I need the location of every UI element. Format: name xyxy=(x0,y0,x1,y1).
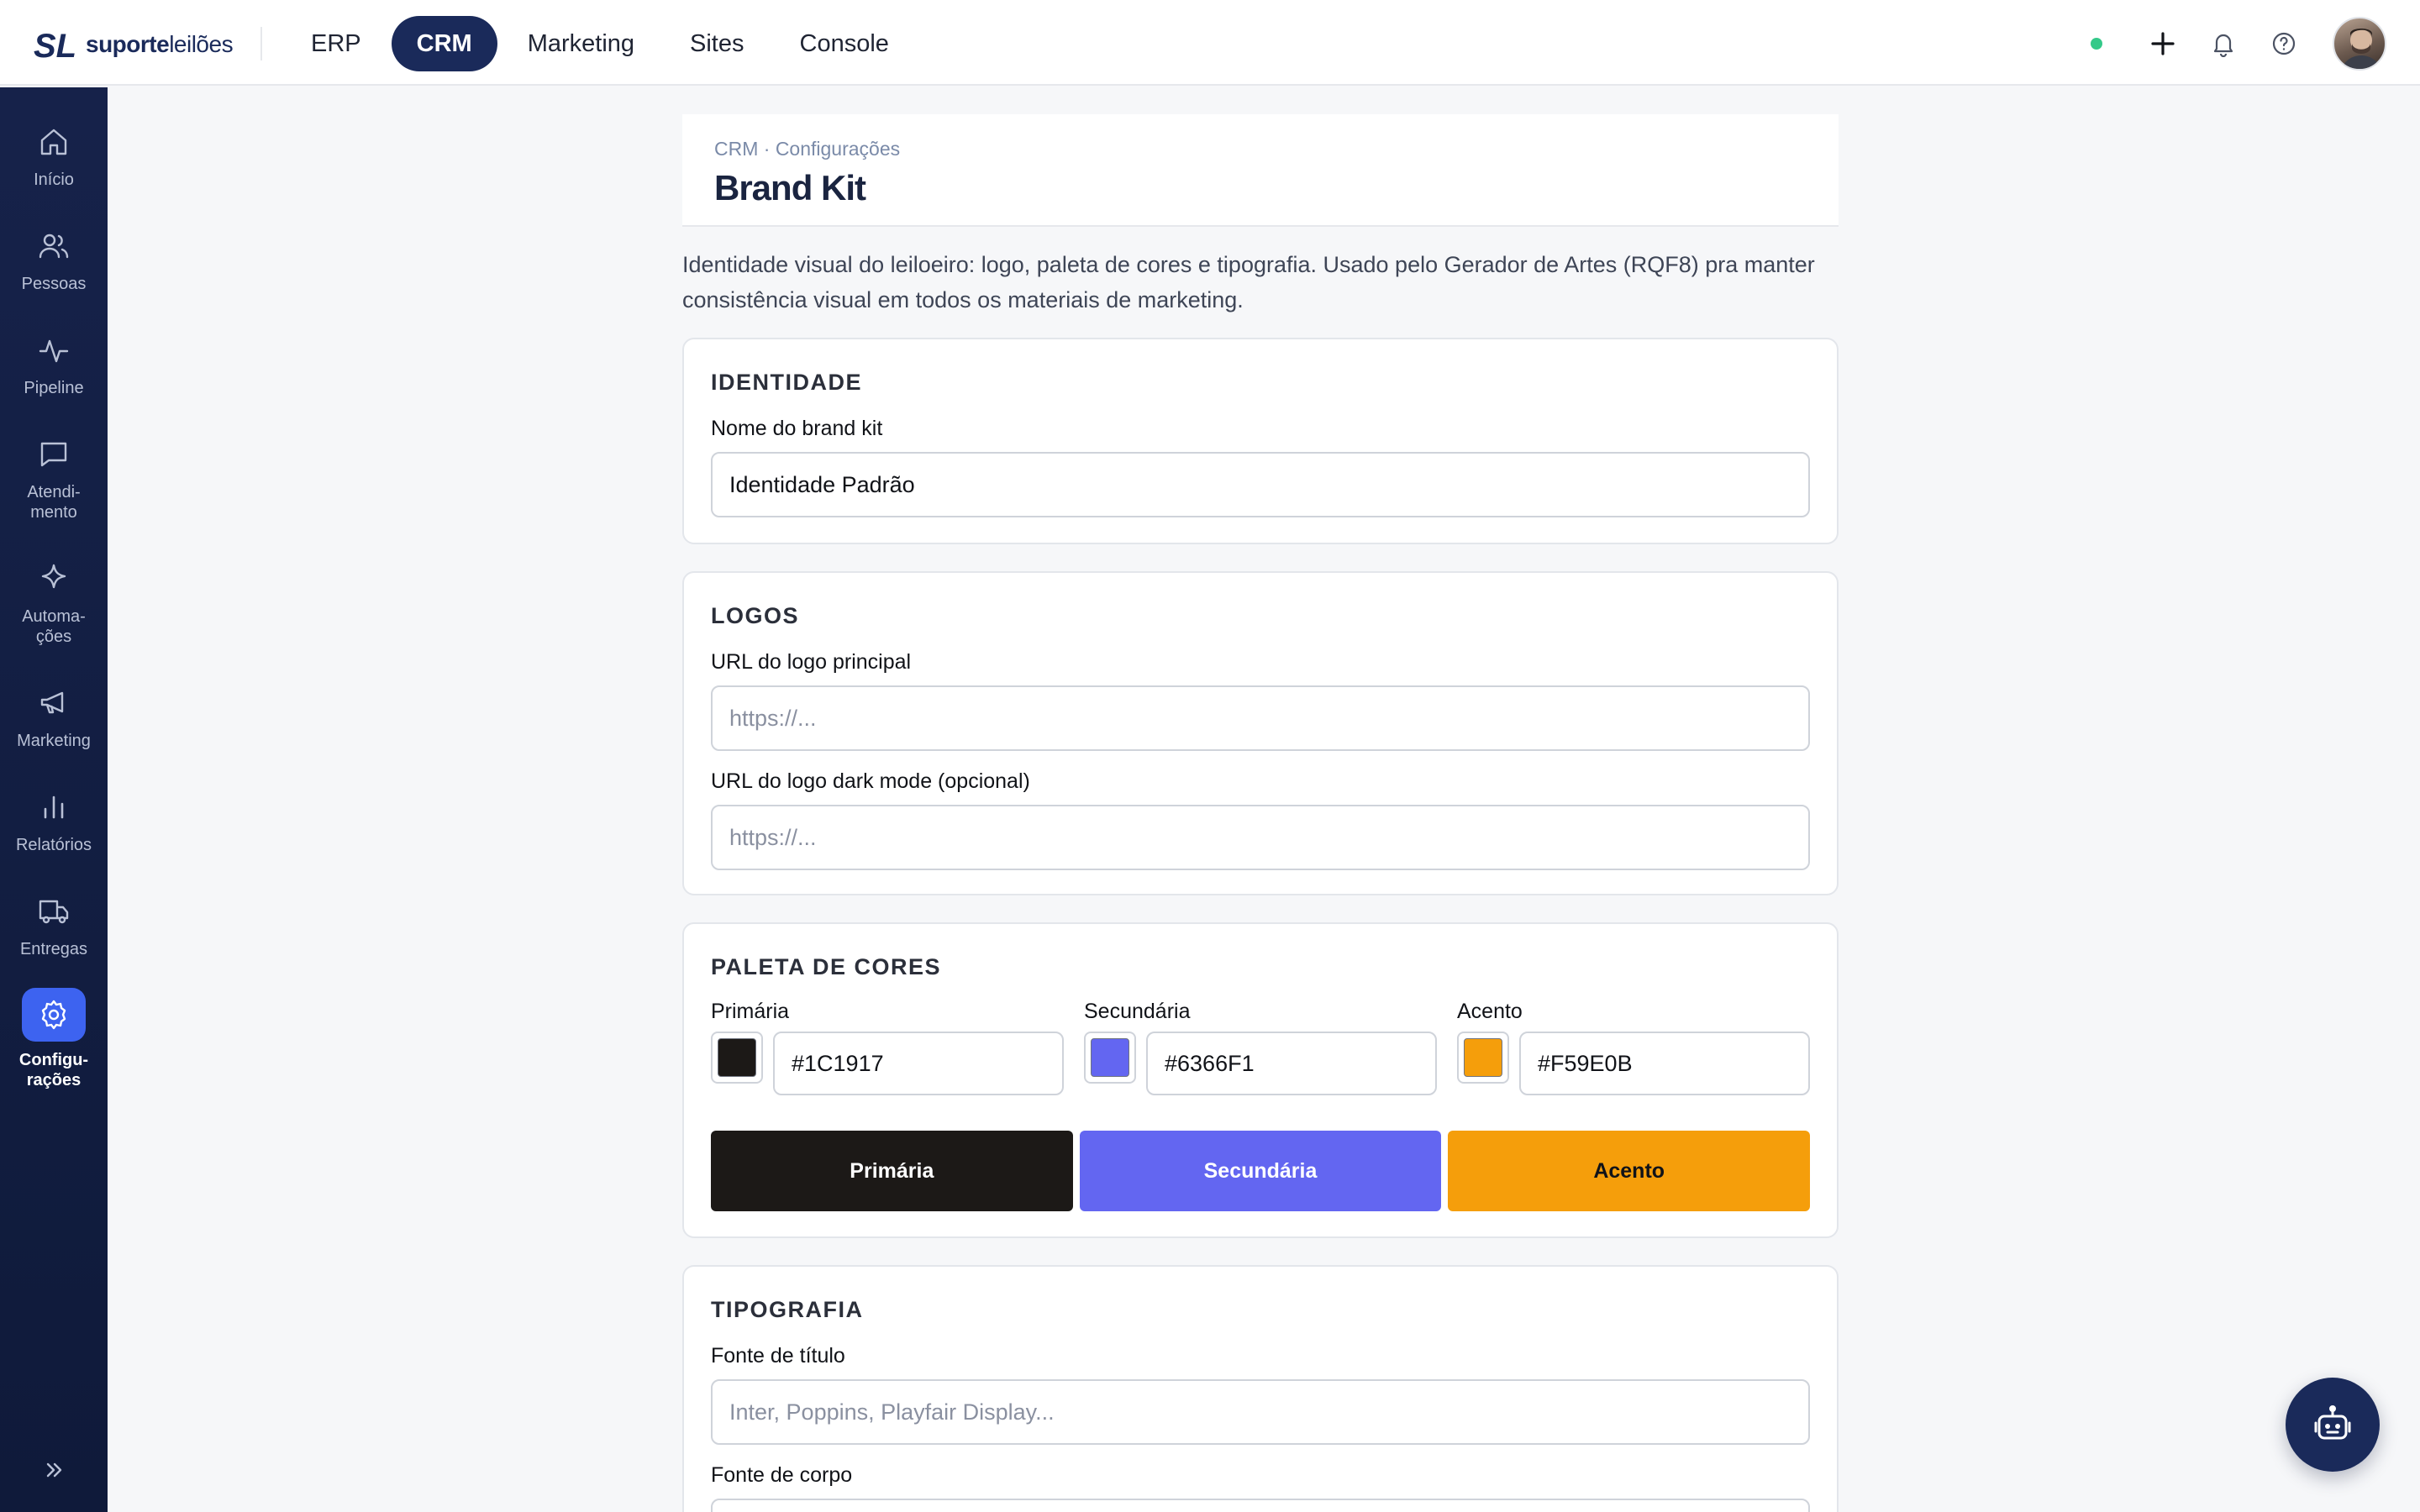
sidebar-label: Pessoas xyxy=(21,275,87,293)
pipeline-icon xyxy=(34,331,73,370)
sidebar-label: Início xyxy=(34,171,74,189)
chat-icon xyxy=(34,435,73,474)
identity-card: IDENTIDADE Nome do brand kit xyxy=(682,338,1839,544)
nav-erp[interactable]: ERP xyxy=(286,16,387,71)
nav-console[interactable]: Console xyxy=(775,16,914,71)
sidebar-item-configuracoes[interactable]: Configu- rações xyxy=(0,988,108,1090)
palette-title: PALETA DE CORES xyxy=(711,954,942,979)
sidebar-item-pessoas[interactable]: Pessoas xyxy=(0,227,108,294)
sidebar-item-entregas[interactable]: Entregas xyxy=(0,892,108,959)
bar-chart-icon xyxy=(34,788,73,827)
accent-color-label: Acento xyxy=(1457,1000,1523,1023)
sidebar-item-inicio[interactable]: Início xyxy=(0,123,108,190)
body-font-label: Fonte de corpo xyxy=(711,1463,853,1487)
sidebar-label: Relatórios xyxy=(15,836,92,854)
breadcrumb[interactable]: CRM · Configurações xyxy=(714,138,900,160)
page-header: CRM · Configurações Brand Kit xyxy=(682,114,1839,227)
sidebar-label: Entregas xyxy=(19,940,88,958)
megaphone-icon xyxy=(34,684,73,722)
accent-swatch xyxy=(1464,1038,1502,1077)
primary-swatch xyxy=(718,1038,756,1077)
sidebar-item-atendimento[interactable]: Atendi- mento xyxy=(0,435,108,522)
main-logo-label: URL do logo principal xyxy=(711,650,912,674)
sidebar-item-automacoes[interactable]: Automa- ções xyxy=(0,559,108,647)
chevrons-right-icon xyxy=(46,1462,62,1478)
plus-icon[interactable] xyxy=(2144,25,2181,62)
nav-crm[interactable]: CRM xyxy=(391,16,497,71)
nav-marketing[interactable]: Marketing xyxy=(502,16,660,71)
accent-preview: Acento xyxy=(1448,1131,1811,1211)
logos-title: LOGOS xyxy=(711,603,800,628)
palette-preview: Primária Secundária Acento xyxy=(711,1131,1811,1211)
top-actions xyxy=(2091,17,2386,71)
sidebar: Início Pessoas Pipeline Atendi- mento Au… xyxy=(0,87,108,1512)
dark-logo-url-input[interactable] xyxy=(711,805,1810,870)
typography-title: TIPOGRAFIA xyxy=(711,1297,864,1322)
sidebar-label: Configu- rações xyxy=(18,1051,89,1089)
brand-kit-name-label: Nome do brand kit xyxy=(711,417,883,440)
secondary-swatch xyxy=(1091,1038,1129,1077)
main-logo-url-input[interactable] xyxy=(711,685,1810,751)
users-icon xyxy=(34,227,73,265)
title-font-input[interactable] xyxy=(711,1379,1810,1445)
page-description: Identidade visual do leiloeiro: logo, pa… xyxy=(682,252,1815,312)
brand-logo[interactable]: SL suporteleilões xyxy=(34,24,234,66)
svg-text:SL: SL xyxy=(34,28,76,65)
assistant-bot-button[interactable] xyxy=(2286,1378,2380,1472)
truck-icon xyxy=(34,892,73,931)
sidebar-expand-button[interactable] xyxy=(37,1453,71,1487)
robot-icon xyxy=(2314,1405,2351,1440)
secondary-color-label: Secundária xyxy=(1084,1000,1191,1023)
identity-title: IDENTIDADE xyxy=(711,370,863,395)
help-icon[interactable] xyxy=(2265,25,2302,62)
sidebar-item-relatorios[interactable]: Relatórios xyxy=(0,788,108,855)
status-indicator xyxy=(2091,38,2102,50)
accent-color-picker[interactable] xyxy=(1457,1032,1509,1084)
bell-icon[interactable] xyxy=(2205,25,2242,62)
primary-preview: Primária xyxy=(711,1131,1073,1211)
accent-hex-input[interactable] xyxy=(1519,1032,1810,1095)
dark-logo-label: URL do logo dark mode (opcional) xyxy=(711,769,1030,793)
primary-color-picker[interactable] xyxy=(711,1032,763,1084)
logo-divider xyxy=(260,27,262,60)
sidebar-item-marketing[interactable]: Marketing xyxy=(0,684,108,751)
brand-name: suporteleilões xyxy=(86,31,234,57)
primary-color-label: Primária xyxy=(711,1000,790,1023)
logos-card: LOGOS URL do logo principal URL do logo … xyxy=(682,571,1839,895)
home-icon xyxy=(34,123,73,161)
page-title: Brand Kit xyxy=(714,168,866,207)
typography-card: TIPOGRAFIA Fonte de título Fonte de corp… xyxy=(682,1265,1839,1512)
sidebar-label: Marketing xyxy=(17,732,91,750)
gear-icon xyxy=(22,988,86,1042)
secondary-color-picker[interactable] xyxy=(1084,1032,1136,1084)
sidebar-label: Atendi- mento xyxy=(27,483,81,522)
palette-card: PALETA DE CORES Primária Secundária Acen… xyxy=(682,922,1839,1238)
sparkle-icon xyxy=(34,559,73,598)
secondary-preview: Secundária xyxy=(1079,1131,1442,1211)
brand-kit-name-input[interactable] xyxy=(711,452,1810,517)
logo-mark-icon: SL xyxy=(34,28,76,65)
body-font-input[interactable] xyxy=(711,1499,1810,1512)
title-font-label: Fonte de título xyxy=(711,1344,845,1368)
top-bar: SL suporteleilões ERP CRM Marketing Site… xyxy=(0,0,2420,86)
secondary-hex-input[interactable] xyxy=(1146,1032,1437,1095)
nav-sites[interactable]: Sites xyxy=(665,16,769,71)
avatar-portrait-icon xyxy=(2341,29,2381,69)
sidebar-label: Pipeline xyxy=(24,379,84,397)
sidebar-label: Automa- ções xyxy=(22,607,86,646)
top-nav: ERP CRM Marketing Sites Console xyxy=(286,16,914,71)
primary-hex-input[interactable] xyxy=(773,1032,1064,1095)
sidebar-item-pipeline[interactable]: Pipeline xyxy=(0,331,108,398)
avatar[interactable] xyxy=(2333,17,2386,71)
